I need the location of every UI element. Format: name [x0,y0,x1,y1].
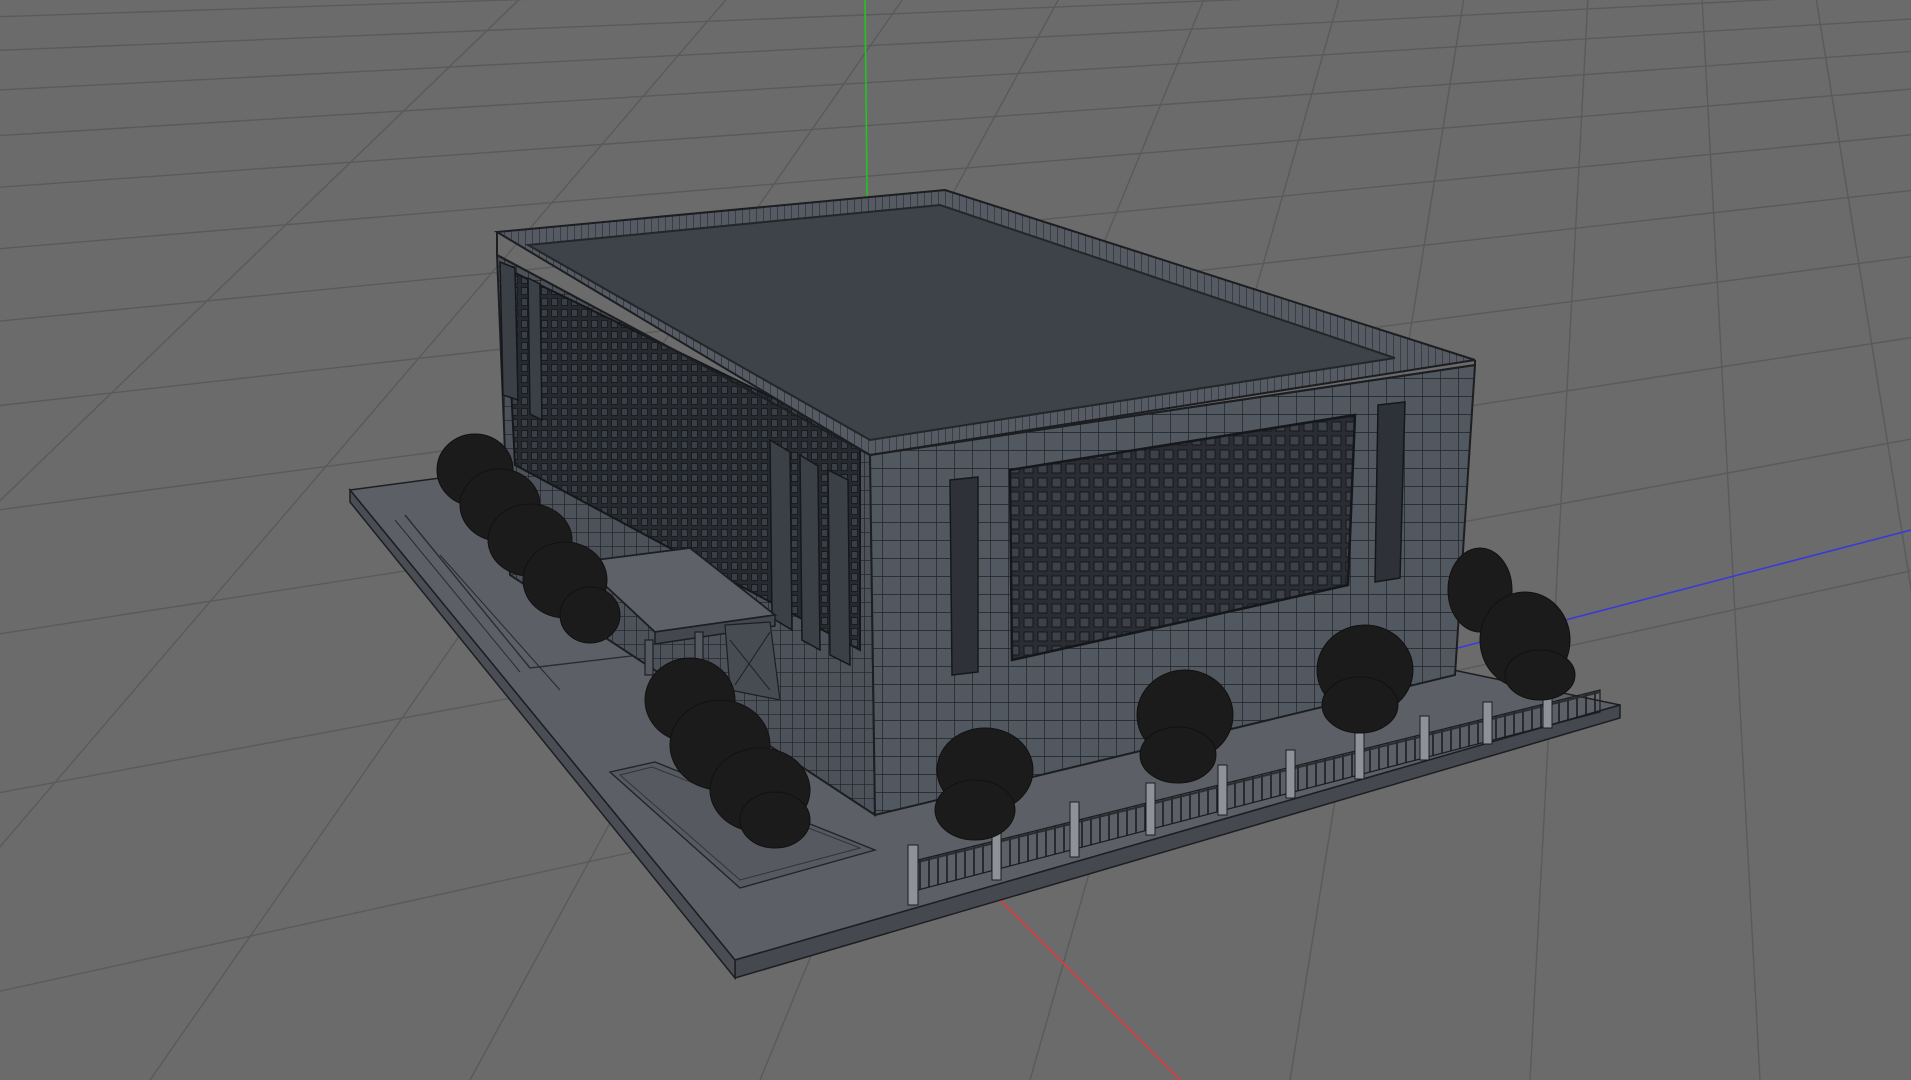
3d-viewport[interactable] [0,0,1911,1080]
